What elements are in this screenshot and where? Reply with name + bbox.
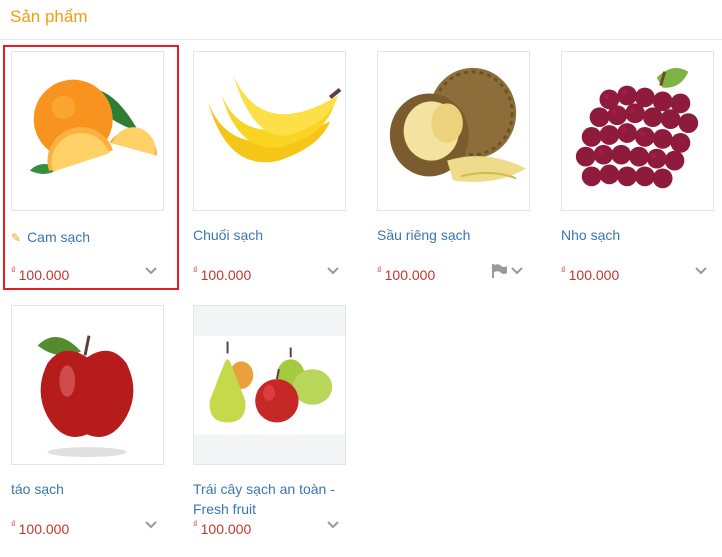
currency-symbol: ₫ xyxy=(193,265,198,275)
product-price: ₫ 100.000 xyxy=(561,265,620,283)
product-price: ₫ 100.000 xyxy=(193,519,252,537)
product-price: ₫ 100.000 xyxy=(11,265,70,283)
mixed-fruit-image xyxy=(194,306,345,464)
product-image[interactable] xyxy=(11,51,164,211)
product-price: ₫ 100.000 xyxy=(11,519,70,537)
product-image[interactable] xyxy=(377,51,530,211)
chevron-down-icon[interactable] xyxy=(325,262,341,278)
price-value: 100.000 xyxy=(18,521,70,537)
product-card-cam[interactable]: ✎ Cam sạch ₫ 100.000 xyxy=(3,45,179,290)
grape-image xyxy=(575,67,699,189)
product-name[interactable]: Trái cây sạch an toàn - Fresh fruit xyxy=(193,479,353,519)
chevron-down-icon[interactable] xyxy=(143,262,159,278)
product-card-chuoi[interactable]: Chuối sạch ₫ 100.000 xyxy=(185,45,361,290)
product-name[interactable]: Chuối sạch xyxy=(193,225,353,245)
product-name[interactable]: táo sạch xyxy=(11,479,171,499)
product-image[interactable] xyxy=(193,305,346,465)
product-name[interactable]: Nho sạch xyxy=(561,225,721,245)
currency-symbol: ₫ xyxy=(561,265,566,275)
product-image[interactable] xyxy=(193,51,346,211)
product-image[interactable] xyxy=(561,51,714,211)
orange-image xyxy=(29,79,158,174)
product-card-trai-cay[interactable]: Trái cây sạch an toàn - Fresh fruit ₫ 100… xyxy=(185,299,361,544)
chevron-down-icon[interactable] xyxy=(693,262,709,278)
price-value: 100.000 xyxy=(200,521,252,537)
product-card-sau-rieng[interactable]: Sầu riêng sạch ₫ 100.000 xyxy=(369,45,545,290)
chevron-down-icon[interactable] xyxy=(509,262,525,278)
currency-symbol: ₫ xyxy=(377,265,382,275)
price-value: 100.000 xyxy=(384,267,436,283)
pin-icon: ✎ xyxy=(11,231,22,245)
product-name-text[interactable]: Cam sạch xyxy=(27,229,90,245)
product-name[interactable]: ✎ Cam sạch xyxy=(11,227,171,248)
section-title: Sản phẩm xyxy=(10,7,88,26)
price-value: 100.000 xyxy=(568,267,620,283)
chevron-down-icon[interactable] xyxy=(143,516,159,532)
currency-symbol: ₫ xyxy=(11,265,16,275)
price-value: 100.000 xyxy=(18,267,70,283)
flag-icon[interactable] xyxy=(491,264,507,278)
product-name[interactable]: Sầu riêng sạch xyxy=(377,225,537,245)
currency-symbol: ₫ xyxy=(193,519,198,529)
product-image[interactable] xyxy=(11,305,164,465)
price-value: 100.000 xyxy=(200,267,252,283)
product-card-nho[interactable]: Nho sạch ₫ 100.000 xyxy=(553,45,722,290)
apple-image xyxy=(37,335,134,458)
section-header: Sản phẩm xyxy=(0,0,722,40)
durian-image xyxy=(389,67,527,182)
product-card-tao[interactable]: táo sạch ₫ 100.000 xyxy=(3,299,179,544)
banana-image xyxy=(207,75,342,163)
currency-symbol: ₫ xyxy=(11,519,16,529)
chevron-down-icon[interactable] xyxy=(325,516,341,532)
product-price: ₫ 100.000 xyxy=(193,265,252,283)
product-price: ₫ 100.000 xyxy=(377,265,436,283)
